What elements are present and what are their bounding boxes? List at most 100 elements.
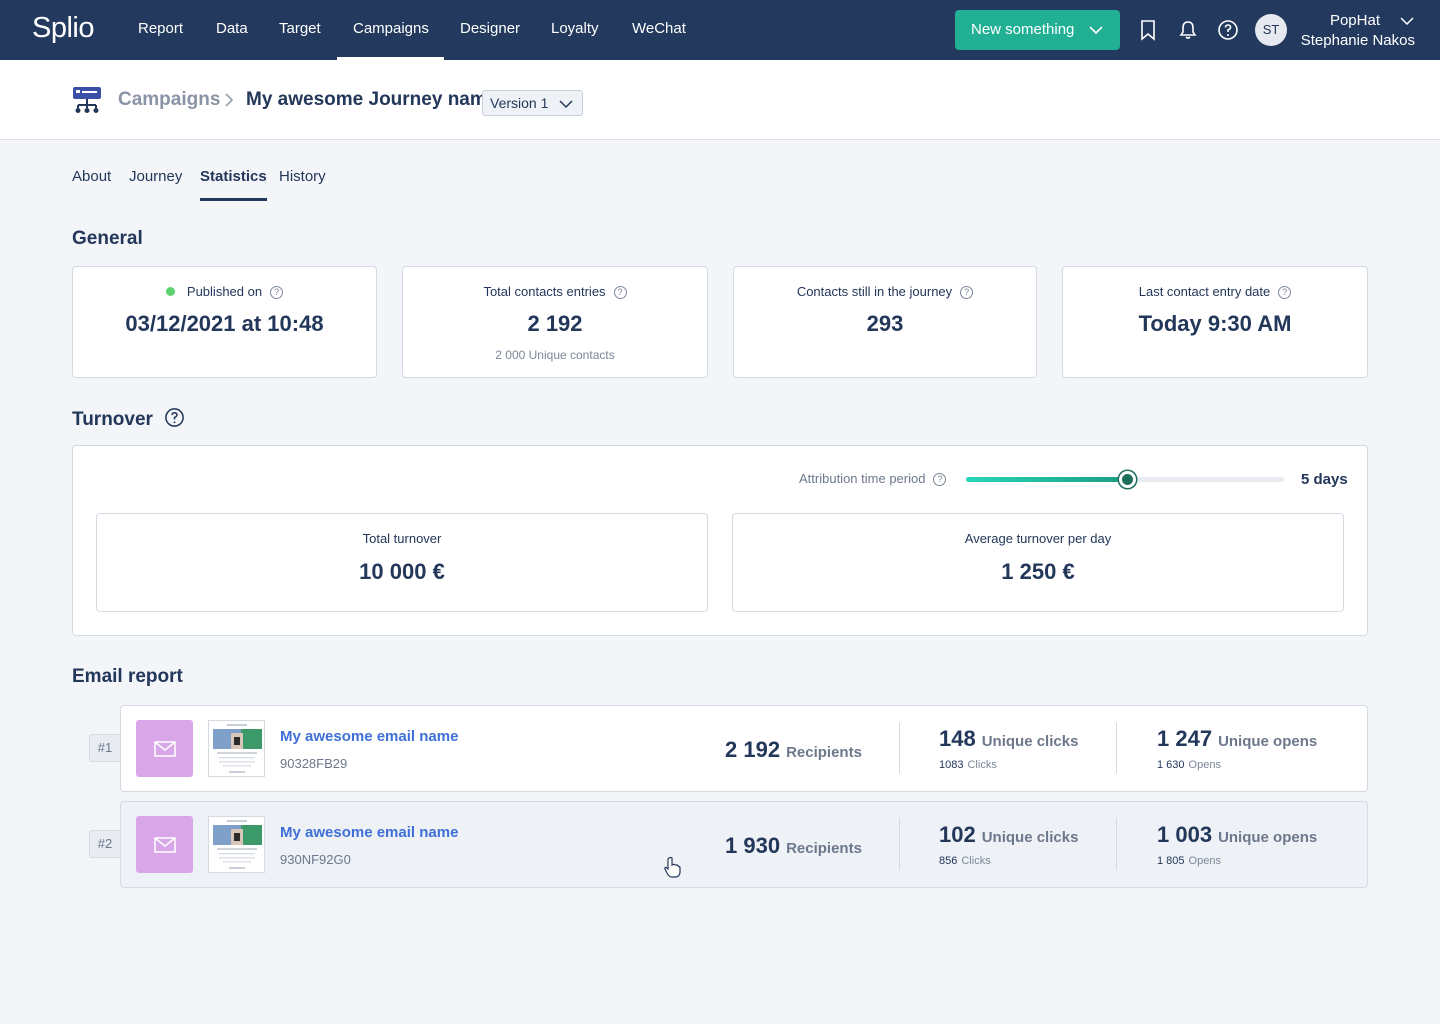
email-thumbnail[interactable] xyxy=(208,816,265,873)
new-something-button[interactable]: New something xyxy=(955,10,1120,50)
version-select[interactable]: Version 1 xyxy=(482,90,583,116)
journey-title: My awesome Journey name xyxy=(246,89,498,110)
mail-icon xyxy=(154,741,176,757)
tab-about[interactable]: About xyxy=(72,168,111,201)
nav-designer[interactable]: Designer xyxy=(444,0,536,60)
top-navbar: Splio Report Data Target Campaigns Desig… xyxy=(0,0,1440,60)
last-entry-value: Today 9:30 AM xyxy=(1138,311,1292,336)
unique-clicks-stat: 102 Unique clicks xyxy=(939,822,1078,848)
unique-opens-stat: 1 003 Unique opens xyxy=(1157,822,1317,848)
help-icon[interactable]: ? xyxy=(960,286,974,299)
total-entries-value: 2 192 xyxy=(527,311,583,336)
total-turnover-label: Total turnover xyxy=(362,531,442,546)
email-rank: #2 xyxy=(89,830,120,858)
slider-fill xyxy=(966,477,1127,482)
bell-icon[interactable] xyxy=(1177,19,1199,41)
recipients-value: 2 192 xyxy=(725,737,781,762)
clicks-value: 1083 xyxy=(939,759,964,771)
turnover-title: Turnover xyxy=(72,407,185,431)
total-entries-label-row: Total contacts entries? xyxy=(403,284,707,299)
chevron-down-icon[interactable] xyxy=(1399,13,1415,29)
recipients-stat: 1 930 Recipients xyxy=(725,833,862,859)
clicks-value: 856 xyxy=(939,855,958,867)
unique-contacts: 2 000 Unique contacts xyxy=(495,348,615,362)
email-name-link[interactable]: My awesome email name xyxy=(280,728,458,745)
nav-wechat[interactable]: WeChat xyxy=(616,0,702,60)
help-icon[interactable] xyxy=(164,407,185,428)
unique-opens-label: Unique opens xyxy=(1218,829,1318,846)
clicks-label: Clicks xyxy=(967,759,997,771)
published-card: Published on? 03/12/2021 at 10:48 xyxy=(72,266,377,378)
last-entry-card: Last contact entry date? Today 9:30 AM xyxy=(1062,266,1368,378)
unique-clicks-value: 148 xyxy=(939,726,976,751)
chevron-down-icon xyxy=(1089,26,1103,35)
tab-journey[interactable]: Journey xyxy=(129,168,182,201)
user-avatar[interactable]: ST xyxy=(1255,14,1287,46)
help-icon[interactable]: ? xyxy=(933,473,947,486)
email-id: 930NF92G0 xyxy=(280,852,351,867)
published-value: 03/12/2021 at 10:48 xyxy=(125,311,324,336)
email-name-link[interactable]: My awesome email name xyxy=(280,824,458,841)
status-dot xyxy=(165,287,175,296)
splio-logo[interactable]: Splio xyxy=(32,12,95,45)
avg-turnover-card: Average turnover per day 1 250 € xyxy=(732,513,1344,612)
nav-data[interactable]: Data xyxy=(200,0,264,60)
nav-campaigns[interactable]: Campaigns xyxy=(337,0,444,60)
published-label: Published on xyxy=(186,284,263,299)
breadcrumb-campaigns[interactable]: Campaigns xyxy=(118,89,220,111)
email-preview-image xyxy=(209,817,264,872)
opens-stat: 1 805 Opens xyxy=(1157,855,1221,867)
divider xyxy=(899,722,900,774)
email-row[interactable]: My awesome email name 90328FB29 2 192 Rec… xyxy=(120,705,1368,792)
unique-opens-label: Unique opens xyxy=(1218,733,1318,750)
email-rank: #1 xyxy=(89,734,120,762)
opens-label: Opens xyxy=(1188,759,1221,771)
nav-loyalty[interactable]: Loyalty xyxy=(535,0,615,60)
unique-clicks-label: Unique clicks xyxy=(981,829,1079,846)
email-thumbnail[interactable] xyxy=(208,720,265,777)
email-report-title: Email report xyxy=(72,666,183,687)
bookmark-icon[interactable] xyxy=(1137,19,1159,41)
opens-label: Opens xyxy=(1188,855,1221,867)
clicks-label: Clicks xyxy=(961,855,991,867)
attribution-label: Attribution time period xyxy=(799,471,926,486)
user-name[interactable]: Stephanie Nakos xyxy=(1301,31,1415,51)
general-title: General xyxy=(72,228,143,249)
unique-opens-stat: 1 247 Unique opens xyxy=(1157,726,1317,752)
opens-stat: 1 630 Opens xyxy=(1157,759,1221,771)
recipients-stat: 2 192 Recipients xyxy=(725,737,862,763)
total-entries-card: Total contacts entries? 2 192 2 000 Uniq… xyxy=(402,266,708,378)
attribution-value: 5 days xyxy=(1301,471,1348,488)
nav-report[interactable]: Report xyxy=(122,0,199,60)
total-entries-label: Total contacts entries xyxy=(483,284,606,299)
recipients-label: Recipients xyxy=(786,840,862,857)
total-turnover-card: Total turnover 10 000 € xyxy=(96,513,708,612)
email-type-tile xyxy=(136,720,193,777)
nav-target[interactable]: Target xyxy=(263,0,337,60)
help-icon[interactable]: ? xyxy=(270,286,284,299)
recipients-value: 1 930 xyxy=(725,833,781,858)
chevron-right-icon xyxy=(225,93,234,107)
unique-opens-value: 1 003 xyxy=(1157,822,1213,847)
org-name[interactable]: PopHat xyxy=(1330,11,1380,31)
journey-icon xyxy=(73,87,101,113)
help-icon[interactable]: ? xyxy=(613,286,627,299)
new-button-label: New something xyxy=(971,21,1075,38)
contacts-in-journey-card: Contacts still in the journey? 293 xyxy=(733,266,1037,378)
contacts-in-journey-value: 293 xyxy=(866,311,904,336)
slider-thumb[interactable] xyxy=(1118,471,1136,488)
unique-clicks-value: 102 xyxy=(939,822,976,847)
help-icon[interactable] xyxy=(1217,19,1239,41)
clicks-stat: 856 Clicks xyxy=(939,855,991,867)
help-icon[interactable]: ? xyxy=(1278,286,1292,299)
tab-statistics[interactable]: Statistics xyxy=(200,168,267,201)
turnover-title-text: Turnover xyxy=(72,409,153,430)
divider xyxy=(1116,818,1117,870)
email-type-tile xyxy=(136,816,193,873)
attribution-slider[interactable] xyxy=(966,471,1284,488)
email-row[interactable]: My awesome email name 930NF92G0 1 930 Rec… xyxy=(120,801,1368,888)
tab-history[interactable]: History xyxy=(279,168,326,201)
unique-clicks-stat: 148 Unique clicks xyxy=(939,726,1078,752)
chevron-down-icon xyxy=(559,100,573,109)
version-label: Version 1 xyxy=(490,95,549,111)
